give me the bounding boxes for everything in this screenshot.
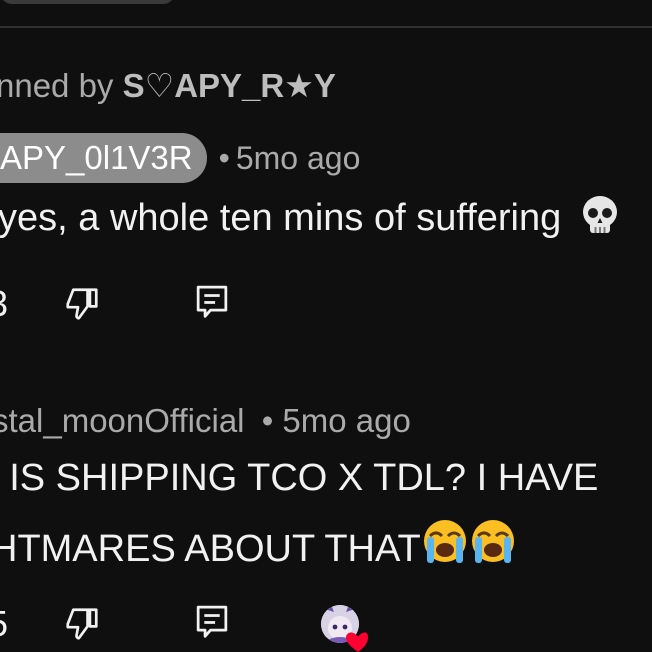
thumbs-down-icon[interactable] (62, 604, 102, 644)
comment-1-like-count: 3 (0, 284, 8, 324)
comment-1-meta: • 5mo ago (219, 140, 361, 177)
reply-comment-icon[interactable] (192, 604, 232, 644)
comment-1-time[interactable]: 5mo ago (236, 140, 361, 176)
pinned-prefix: nned by (0, 67, 123, 104)
divider (0, 26, 652, 28)
comment-1-author-chip[interactable]: APY_0l1V3R (0, 133, 207, 183)
comment-2-like-count: 5 (0, 604, 8, 644)
comment-2-author[interactable]: stal_moonOfficial (0, 402, 245, 439)
reply-comment-icon[interactable] (192, 284, 232, 324)
comment-2-line-2: HTMARES ABOUT THAT (0, 517, 517, 575)
comment-2-line-2-text: HTMARES ABOUT THAT (0, 528, 421, 570)
comment-1-actions: 3 (0, 284, 652, 324)
comment-2-line-1: ) IS SHIPPING TCO X TDL? I HAVE (0, 457, 598, 500)
comment-2-line-1-text: IS SHIPPING TCO X TDL? I HAVE (9, 457, 599, 499)
pinned-by-name[interactable]: S♡APY_R★Y (123, 67, 336, 104)
comment-2-time[interactable]: 5mo ago (282, 402, 410, 439)
meta-dot: • (218, 139, 230, 176)
comments-panel: nned by S♡APY_R★Y APY_0l1V3R • 5mo ago ye… (0, 0, 652, 652)
comment-1-body: yes, a whole ten mins of suffering (0, 197, 562, 240)
creator-heart-avatar-icon[interactable] (320, 602, 368, 652)
pinned-label: nned by S♡APY_R★Y (0, 66, 336, 105)
comment-1-author-row: APY_0l1V3R • 5mo ago (0, 133, 360, 183)
skull-emoji-icon (578, 193, 622, 247)
loudly-crying-face-icon (421, 517, 517, 575)
comment-1-text: yes, a whole ten mins of suffering (0, 193, 622, 247)
comment-2-meta: • 5mo ago (262, 402, 411, 439)
meta-dot: • (261, 402, 274, 439)
comment-2-author-row: stal_moonOfficial • 5mo ago (0, 402, 411, 440)
thumbs-down-icon[interactable] (62, 284, 102, 324)
top-input-stub[interactable] (0, 0, 175, 4)
